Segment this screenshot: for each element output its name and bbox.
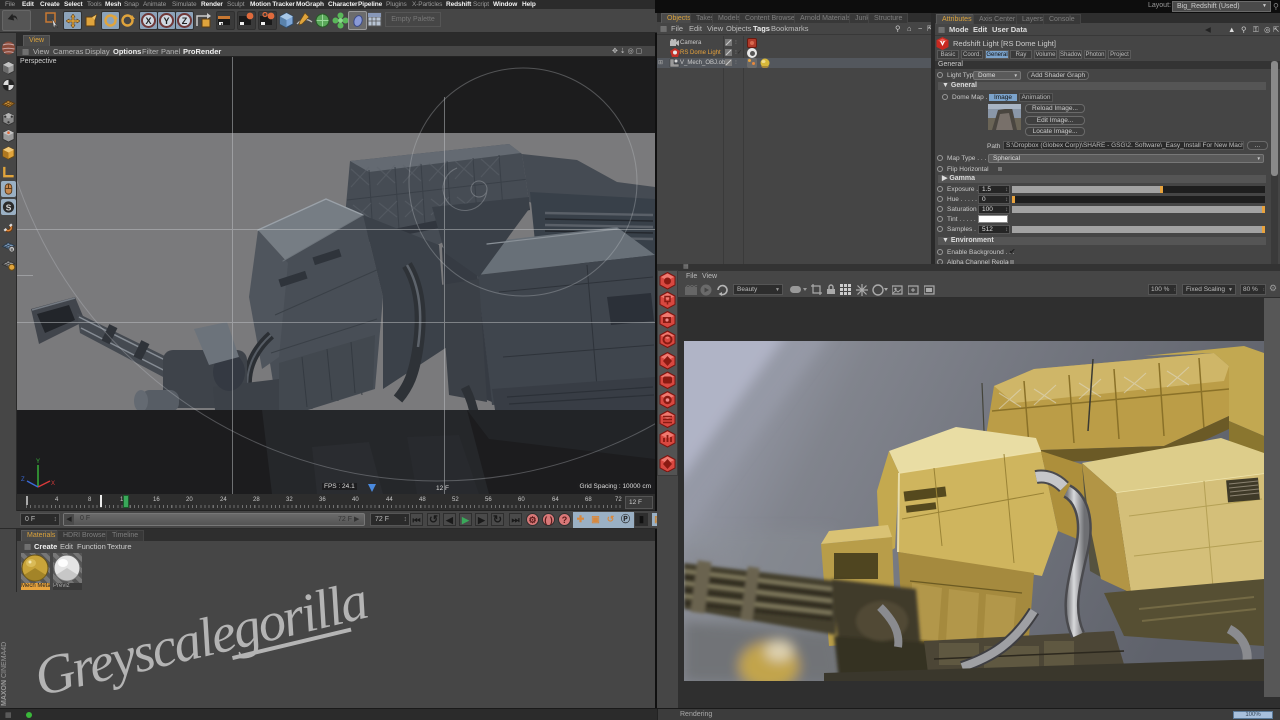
svg-text:Z: Z bbox=[21, 477, 25, 483]
svg-text:X: X bbox=[51, 481, 55, 487]
svg-text:S: S bbox=[6, 202, 12, 212]
svg-text:Y: Y bbox=[163, 16, 169, 26]
svg-text:X: X bbox=[145, 16, 151, 26]
svg-text:Z: Z bbox=[182, 16, 188, 26]
svg-text:Y: Y bbox=[36, 459, 40, 465]
